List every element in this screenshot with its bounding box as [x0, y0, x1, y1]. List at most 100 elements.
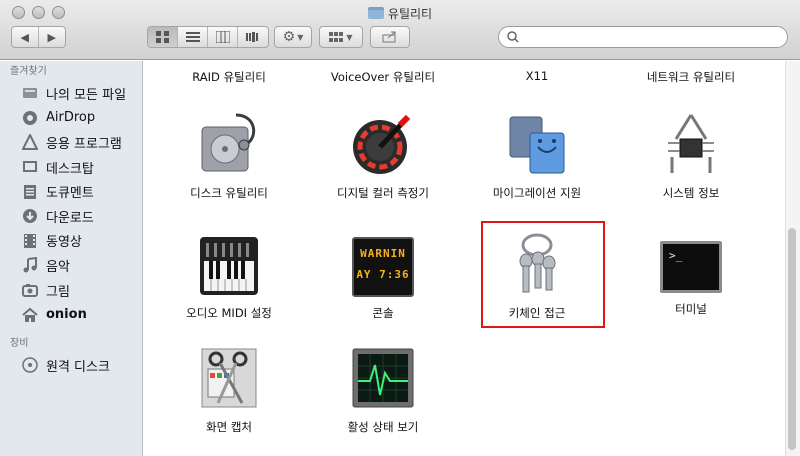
- sidebar-section-devices: 장비: [10, 337, 29, 349]
- sidebar-item-onion[interactable]: onion: [0, 302, 142, 327]
- grab-icon: [196, 345, 262, 411]
- sidebar-item-label: 음악: [46, 259, 70, 275]
- chevron-down-icon: ▼: [346, 32, 353, 42]
- console-screen-line-2: AY 7:36: [356, 268, 410, 281]
- share-button[interactable]: [370, 26, 410, 48]
- search-input[interactable]: [523, 30, 787, 44]
- sidebar-item-label: 다운로드: [46, 210, 94, 226]
- remote-disc-icon: [22, 357, 38, 373]
- coverflow-icon: [246, 32, 258, 42]
- sidebar-item-label: 원격 디스크: [46, 359, 110, 375]
- airdrop-icon: [22, 110, 38, 126]
- sidebar-item-pictures[interactable]: 그림: [0, 278, 142, 303]
- list-view-button[interactable]: [178, 27, 208, 47]
- applications-icon: [22, 134, 38, 151]
- terminal-icon: >_: [660, 241, 722, 293]
- console-screen-line-1: WARNIN: [360, 247, 406, 260]
- sidebar-item-all-my-files[interactable]: 나의 모든 파일: [0, 81, 142, 106]
- sidebar-item-label: 나의 모든 파일: [46, 87, 127, 103]
- app-item-audio-midi-setup[interactable]: 오디오 MIDI 설정: [154, 231, 304, 321]
- file-browser-content: RAID 유틸리티 VoiceOver 유틸리티 X11 네트워크 유틸리티 디…: [144, 61, 785, 456]
- app-item-migration-assistant[interactable]: 마이그레이션 지원: [462, 111, 612, 201]
- window-title-text: 유틸리티: [387, 7, 433, 21]
- app-item-voiceover-utility[interactable]: VoiceOver 유틸리티: [308, 69, 458, 85]
- app-item-system-information[interactable]: 시스템 정보: [616, 111, 766, 201]
- app-label: RAID 유틸리티: [192, 70, 266, 84]
- sidebar-item-label: 데스크탑: [46, 161, 94, 177]
- system-information-icon: [658, 111, 724, 177]
- activity-monitor-icon: [350, 345, 416, 411]
- sidebar-item-label: 도큐멘트: [46, 186, 94, 202]
- sidebar-item-airdrop[interactable]: AirDrop: [0, 106, 142, 131]
- back-forward-control: ◀ ▶: [11, 26, 66, 48]
- audio-midi-setup-icon: [196, 231, 262, 297]
- app-item-x11[interactable]: X11: [462, 69, 612, 83]
- digital-color-meter-icon: [350, 111, 416, 177]
- sidebar-item-music[interactable]: 음악: [0, 253, 142, 278]
- home-icon: [22, 307, 38, 323]
- migration-assistant-icon: [504, 111, 570, 177]
- app-item-disk-utility[interactable]: 디스크 유틸리티: [154, 111, 304, 201]
- sidebar-item-label: 동영상: [46, 235, 82, 251]
- action-menu-button[interactable]: ⚙ ▼: [274, 26, 312, 48]
- list-icon: [185, 32, 200, 42]
- app-label: 콘솔: [372, 306, 394, 320]
- column-view-button[interactable]: [208, 27, 238, 47]
- icon-view-button[interactable]: [148, 27, 178, 47]
- gear-icon: ⚙: [282, 29, 296, 45]
- app-label: 터미널: [675, 302, 707, 316]
- app-item-console[interactable]: WARNIN AY 7:36 콘솔: [308, 231, 458, 321]
- movies-icon: [22, 233, 38, 249]
- window-toolbar: 유틸리티 ◀ ▶ ⚙ ▼ ▼: [0, 0, 800, 60]
- sidebar-item-documents[interactable]: 도큐멘트: [0, 179, 142, 204]
- app-label: VoiceOver 유틸리티: [330, 70, 436, 84]
- downloads-icon: [22, 208, 38, 224]
- share-icon: [382, 31, 396, 43]
- sidebar-item-label: 그림: [46, 284, 70, 300]
- app-label: 오디오 MIDI 설정: [186, 306, 272, 320]
- forward-button[interactable]: ▶: [39, 27, 65, 47]
- sidebar-item-applications[interactable]: 응용 프로그램: [0, 130, 142, 155]
- app-label: 시스템 정보: [662, 186, 720, 200]
- app-item-raid-utility[interactable]: RAID 유틸리티: [154, 69, 304, 85]
- highlight-box: [481, 221, 605, 328]
- disk-utility-icon: [196, 111, 262, 177]
- music-icon: [22, 257, 38, 273]
- view-mode-control: [147, 26, 269, 48]
- back-button[interactable]: ◀: [12, 27, 39, 47]
- sidebar-item-movies[interactable]: 동영상: [0, 229, 142, 254]
- scrollbar-thumb[interactable]: [788, 228, 796, 450]
- folder-icon: [367, 7, 384, 19]
- app-label: 네트워크 유틸리티: [646, 70, 736, 84]
- documents-icon: [22, 184, 38, 200]
- app-item-network-utility[interactable]: 네트워크 유틸리티: [616, 69, 766, 85]
- pictures-icon: [22, 282, 38, 298]
- arrange-menu-button[interactable]: ▼: [319, 26, 363, 48]
- desktop-icon: [22, 159, 38, 175]
- app-label: 화면 캡처: [206, 420, 252, 434]
- app-label: 마이그레이션 지원: [492, 186, 582, 200]
- app-item-digital-color-meter[interactable]: 디지털 컬러 측정기: [308, 111, 458, 201]
- app-label: 활성 상태 보기: [347, 420, 419, 434]
- sidebar-item-desktop[interactable]: 데스크탑: [0, 155, 142, 180]
- app-label: 디스크 유틸리티: [190, 186, 268, 200]
- sidebar-item-downloads[interactable]: 다운로드: [0, 204, 142, 229]
- app-label: 디지털 컬러 측정기: [337, 186, 429, 200]
- sidebar-item-label: 응용 프로그램: [46, 136, 122, 152]
- sidebar-item-label: AirDrop: [46, 110, 96, 126]
- app-item-grab[interactable]: 화면 캡처: [154, 345, 304, 435]
- search-field[interactable]: [498, 26, 788, 48]
- sidebar-section-favorites: 즐겨찾기: [10, 66, 47, 77]
- console-icon: WARNIN AY 7:36: [352, 237, 414, 297]
- terminal-prompt-text: >_: [669, 249, 683, 262]
- sidebar-item-remote-disc[interactable]: 원격 디스크: [0, 353, 142, 378]
- coverflow-view-button[interactable]: [238, 27, 268, 47]
- chevron-down-icon: ▼: [297, 32, 304, 42]
- app-item-terminal[interactable]: >_ 터미널: [616, 231, 766, 317]
- grid-icon: [155, 31, 169, 43]
- window-title: 유틸리티: [0, 5, 800, 22]
- app-label: X11: [525, 69, 549, 83]
- search-icon: [507, 31, 519, 43]
- app-item-activity-monitor[interactable]: 활성 상태 보기: [308, 345, 458, 435]
- sidebar: 즐겨찾기 나의 모든 파일 AirDrop 응용 프로그램 데스크탑 도큐멘트 …: [0, 61, 143, 456]
